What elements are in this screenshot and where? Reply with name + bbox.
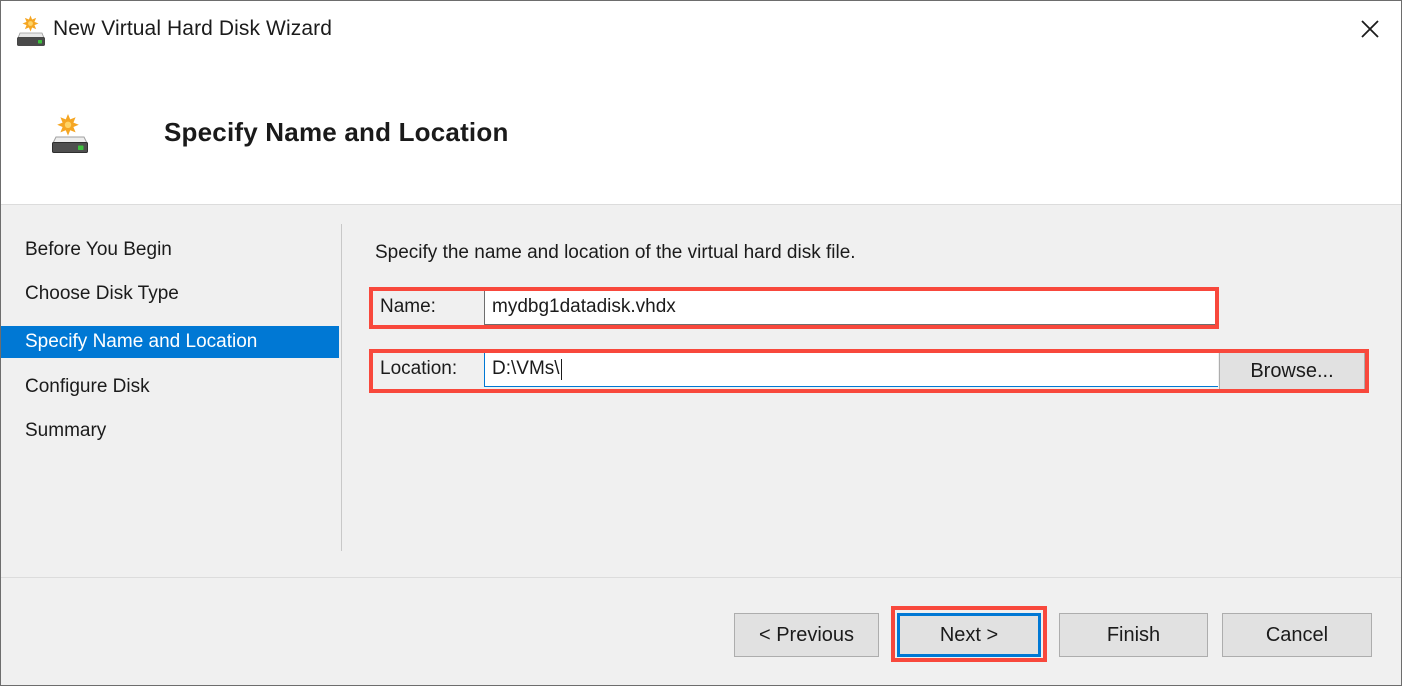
sidebar-item-label: Configure Disk <box>25 376 150 397</box>
name-field-row: Name: mydbg1datadisk.vhdx <box>374 289 1218 325</box>
sidebar-item-label: Specify Name and Location <box>25 331 257 352</box>
sidebar-item-specify-name-and-location[interactable]: Specify Name and Location <box>1 326 339 358</box>
wizard-steps-sidebar: Before You Begin Choose Disk Type Specif… <box>1 206 339 576</box>
window-title: New Virtual Hard Disk Wizard <box>53 17 332 41</box>
main-panel: Specify the name and location of the vir… <box>342 206 1401 576</box>
vhd-wizard-icon <box>14 14 48 48</box>
body-area: Before You Begin Choose Disk Type Specif… <box>1 206 1401 576</box>
name-label: Name: <box>374 289 484 325</box>
page-header: Specify Name and Location <box>1 63 1401 205</box>
title-bar: New Virtual Hard Disk Wizard <box>1 1 1401 63</box>
cancel-button[interactable]: Cancel <box>1222 613 1372 657</box>
sidebar-item-configure-disk[interactable]: Configure Disk <box>1 371 339 403</box>
sidebar-item-summary[interactable]: Summary <box>1 415 339 447</box>
page-title: Specify Name and Location <box>164 117 509 148</box>
wizard-window: New Virtual Hard Disk Wizard Specify Nam… <box>0 0 1402 686</box>
sidebar-item-before-you-begin[interactable]: Before You Begin <box>1 234 339 266</box>
footer-bar: < Previous Next > Finish Cancel <box>1 577 1401 685</box>
text-caret <box>561 359 562 380</box>
location-input-value: D:\VMs\ <box>492 358 560 380</box>
previous-button[interactable]: < Previous <box>734 613 879 657</box>
sidebar-item-label: Summary <box>25 420 106 441</box>
vhd-wizard-icon <box>47 111 93 157</box>
browse-button[interactable]: Browse... <box>1219 352 1365 390</box>
name-input[interactable]: mydbg1datadisk.vhdx <box>484 289 1218 325</box>
sidebar-item-choose-disk-type[interactable]: Choose Disk Type <box>1 278 339 310</box>
location-field-row: Location: D:\VMs\ <box>374 351 1218 387</box>
finish-button[interactable]: Finish <box>1059 613 1208 657</box>
location-label: Location: <box>374 351 484 387</box>
next-button[interactable]: Next > <box>897 613 1041 657</box>
close-icon[interactable] <box>1339 1 1401 57</box>
instruction-text: Specify the name and location of the vir… <box>375 242 856 264</box>
sidebar-item-label: Before You Begin <box>25 239 172 260</box>
location-input[interactable]: D:\VMs\ <box>484 351 1218 387</box>
sidebar-item-label: Choose Disk Type <box>25 283 179 304</box>
name-input-value: mydbg1datadisk.vhdx <box>492 296 676 318</box>
